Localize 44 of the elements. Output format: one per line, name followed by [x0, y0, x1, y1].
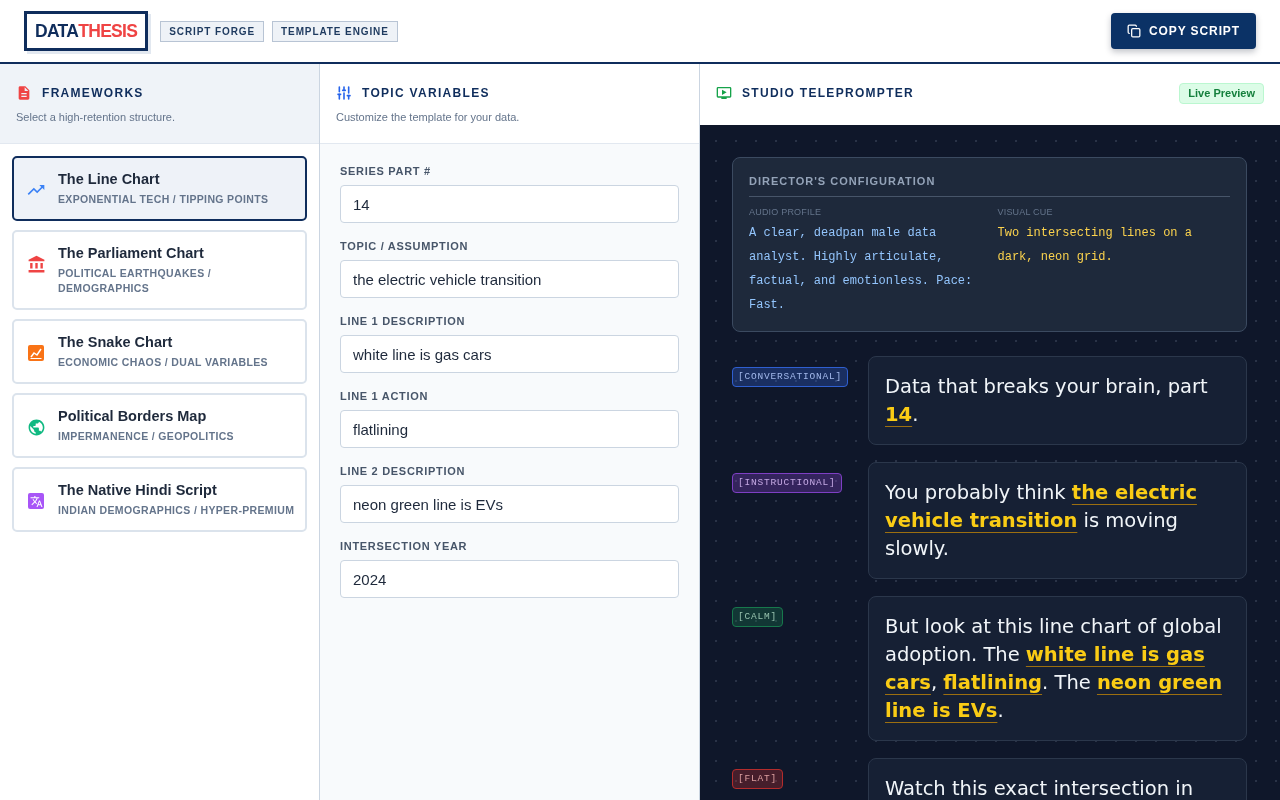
audio-profile-text: A clear, deadpan male data analyst. Highly articulate, factual, and emotionless. Pace: Fast.	[749, 225, 974, 314]
panel-title: TOPIC VARIABLES	[362, 85, 490, 102]
visual-cue-text: Two intersecting lines on a dark, neon grid.	[997, 225, 1193, 266]
framework-option[interactable]: The Line Chart EXPONENTIAL TECH / TIPPING POINTS	[12, 156, 307, 221]
field-label: SERIES PART #	[340, 164, 432, 178]
text-input[interactable]: white line is gas cars	[340, 335, 679, 373]
tone-tag: [FLAT]	[732, 769, 783, 789]
script-text: Data that breaks your brain, part 14.	[885, 374, 1209, 428]
copy-script-button[interactable]: COPY SCRIPT	[1110, 13, 1256, 49]
script-text: But look at this line chart of global adoption. The white line is gas cars, flatlining. The neon green line is EVs.	[885, 614, 1224, 724]
field-label: LINE 1 ACTION	[340, 389, 430, 403]
tone-tag: [CONVERSATIONAL]	[732, 367, 848, 387]
tone-tag: [INSTRUCTIONAL]	[732, 473, 842, 493]
text-input[interactable]: the electric vehicle transition	[340, 260, 679, 298]
text-input[interactable]: neon green line is EVs	[340, 485, 679, 523]
framework-option[interactable]: The Snake Chart ECONOMIC CHAOS / DUAL VARIABLES	[12, 319, 307, 384]
script-text: You probably think the electric vehicle transition is moving slowly.	[885, 480, 1198, 562]
copy-icon	[1126, 24, 1141, 38]
framework-option[interactable]: Political Borders Map IMPERMANENCE / GEOPOLITICS	[12, 393, 307, 458]
field-label: VISUAL CUE	[997, 207, 1054, 217]
script-text: Watch this exact intersection in	[885, 776, 1195, 800]
panel-title: STUDIO TELEPROMPTER	[742, 85, 915, 102]
field-label: INTERSECTION YEAR	[340, 539, 469, 553]
header-tag: TEMPLATE ENGINE	[272, 20, 398, 42]
sliders-icon	[336, 85, 352, 101]
card-title: DIRECTOR'S CONFIGURATION	[749, 174, 1230, 197]
status-badge: Live Preview	[1179, 82, 1264, 104]
panel-title: FRAMEWORKS	[42, 85, 144, 102]
logo: DATATHESIS	[24, 11, 149, 51]
text-input[interactable]: 14	[340, 185, 679, 223]
header-tag: SCRIPT FORGE	[160, 20, 265, 42]
text-input[interactable]: flatlining	[340, 410, 679, 448]
tone-tag: [CALM]	[732, 607, 783, 627]
field-label: LINE 1 DESCRIPTION	[340, 314, 467, 328]
text-input[interactable]: 2024	[340, 560, 679, 598]
panel-subtitle: Customize the template for your data.	[336, 110, 521, 124]
framework-option[interactable]: The Parliament Chart POLITICAL EARTHQUAKES / DEMOGRAPHICS	[12, 230, 307, 310]
field-label: TOPIC / ASSUMPTION	[340, 239, 470, 253]
monitor-play-icon	[716, 85, 732, 101]
panel-subtitle: Select a high-retention structure.	[16, 110, 176, 124]
field-label: LINE 2 DESCRIPTION	[340, 464, 467, 478]
document-icon	[16, 85, 32, 101]
framework-option[interactable]: The Native Hindi Script INDIAN DEMOGRAPHICS / HYPER-PREMIUM	[12, 467, 307, 532]
field-label: AUDIO PROFILE	[749, 207, 823, 217]
